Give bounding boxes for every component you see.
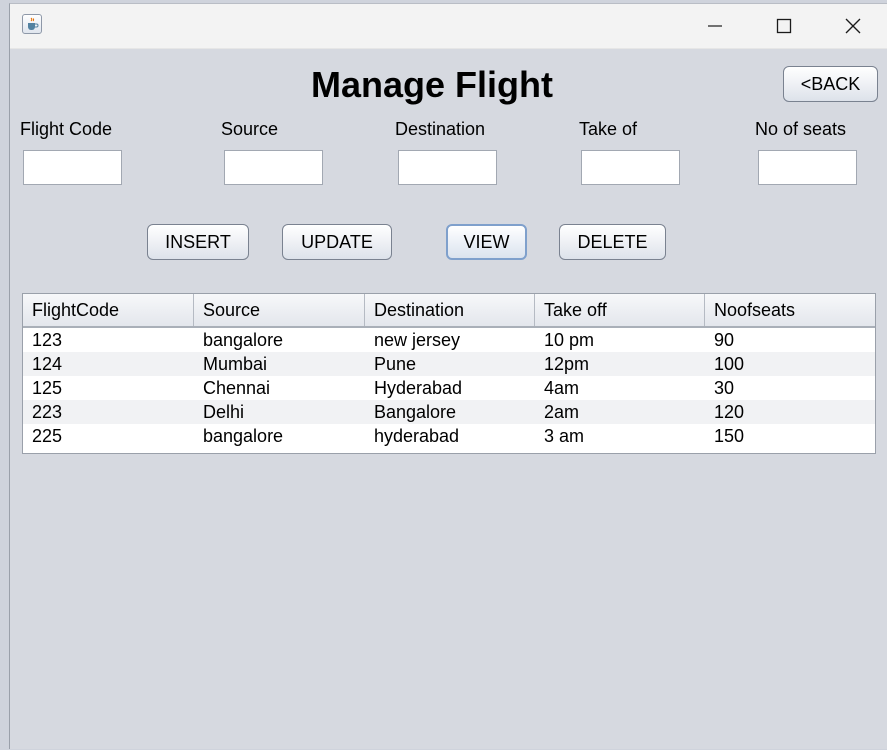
table-row[interactable]: 125 Chennai Hyderabad 4am 30 xyxy=(23,376,875,400)
minimize-icon xyxy=(708,25,722,27)
flights-table[interactable]: FlightCode Source Destination Take off N… xyxy=(22,293,876,454)
update-button[interactable]: UPDATE xyxy=(282,224,392,260)
table-row[interactable]: 123 bangalore new jersey 10 pm 90 xyxy=(23,328,875,352)
table-row[interactable]: 124 Mumbai Pune 12pm 100 xyxy=(23,352,875,376)
table-cell: Pune xyxy=(374,354,417,374)
table-cell: 3 am xyxy=(544,426,585,446)
table-cell: Bangalore xyxy=(374,402,457,422)
table-cell: 125 xyxy=(32,378,63,398)
delete-button[interactable]: DELETE xyxy=(559,224,666,260)
table-cell: 12pm xyxy=(544,354,590,374)
table-cell: new jersey xyxy=(374,330,461,350)
back-button[interactable]: <BACK xyxy=(783,66,878,102)
column-header-destination[interactable]: Destination xyxy=(365,294,535,326)
column-header-noofseats[interactable]: Noofseats xyxy=(705,294,875,326)
table-cell: Chennai xyxy=(203,378,271,398)
table-cell: Delhi xyxy=(203,402,245,422)
close-icon xyxy=(845,18,861,34)
table-cell: 120 xyxy=(714,402,745,422)
table-cell: 123 xyxy=(32,330,63,350)
table-cell: 225 xyxy=(32,426,63,446)
take-off-label: Take of xyxy=(579,119,638,139)
page-title: Manage Flight xyxy=(311,64,553,105)
minimize-button[interactable] xyxy=(680,4,750,48)
table-cell: bangalore xyxy=(203,330,284,350)
table-cell: bangalore xyxy=(203,426,284,446)
table-cell: 2am xyxy=(544,402,580,422)
destination-label: Destination xyxy=(395,119,486,139)
take-off-input[interactable] xyxy=(581,150,680,185)
insert-button[interactable]: INSERT xyxy=(147,224,249,260)
app-window: Manage Flight <BACK Flight Code Source D… xyxy=(9,3,887,749)
table-cell: 4am xyxy=(544,378,580,398)
table-cell: 100 xyxy=(714,354,745,374)
table-cell: Mumbai xyxy=(203,354,268,374)
table-row[interactable]: 225 bangalore hyderabad 3 am 150 xyxy=(23,424,875,448)
table-cell: 90 xyxy=(714,330,735,350)
no-of-seats-label: No of seats xyxy=(755,119,847,139)
destination-input[interactable] xyxy=(398,150,497,185)
table-body: 123 bangalore new jersey 10 pm 90 124 Mu… xyxy=(23,328,875,448)
table-cell: 150 xyxy=(714,426,745,446)
close-button[interactable] xyxy=(818,4,887,48)
flight-code-input[interactable] xyxy=(23,150,122,185)
flight-code-label: Flight Code xyxy=(20,119,113,139)
java-cup-icon[interactable] xyxy=(22,14,42,34)
source-input[interactable] xyxy=(224,150,323,185)
table-cell: 124 xyxy=(32,354,63,374)
maximize-icon xyxy=(776,18,792,34)
table-row[interactable]: 223 Delhi Bangalore 2am 120 xyxy=(23,400,875,424)
table-cell: hyderabad xyxy=(374,426,460,446)
no-of-seats-input[interactable] xyxy=(758,150,857,185)
maximize-button[interactable] xyxy=(749,4,819,48)
title-bar xyxy=(10,4,887,49)
table-cell: Hyderabad xyxy=(374,378,463,398)
table-cell: 223 xyxy=(32,402,63,422)
table-cell: 10 pm xyxy=(544,330,595,350)
table-cell: 30 xyxy=(714,378,735,398)
main-panel: Manage Flight <BACK Flight Code Source D… xyxy=(10,48,887,750)
column-header-source[interactable]: Source xyxy=(194,294,365,326)
table-header: FlightCode Source Destination Take off N… xyxy=(23,294,875,328)
view-button[interactable]: VIEW xyxy=(446,224,527,260)
column-header-flightcode[interactable]: FlightCode xyxy=(23,294,194,326)
column-header-take-off[interactable]: Take off xyxy=(535,294,705,326)
source-label: Source xyxy=(221,119,279,139)
